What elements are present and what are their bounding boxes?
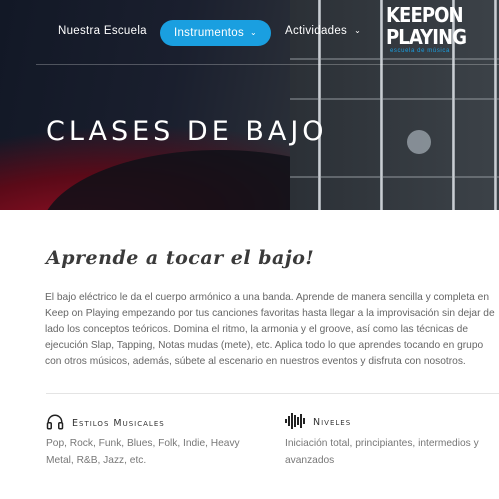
course-description: El bajo eléctrico le da el cuerpo armóni… — [45, 292, 495, 367]
chevron-down-icon: ⌄ — [250, 27, 258, 37]
feature-levels-text: Iniciación total, principiantes, interme… — [285, 438, 479, 466]
page-title: CLASES DE BAJO — [46, 116, 328, 147]
nav-instrumentos-label: Instrumentos — [173, 27, 245, 39]
site-logo[interactable]: KEEPON PLAYING escuela de música — [386, 3, 467, 54]
feature-styles-title: Estilos Musicales — [72, 418, 165, 429]
feature-levels-title: Niveles — [313, 417, 352, 428]
fret-line — [290, 98, 499, 100]
section-divider — [46, 393, 499, 394]
feature-levels-heading: Niveles — [285, 413, 351, 432]
fret-dot — [407, 130, 431, 154]
nav-actividades-label: Actividades — [285, 25, 348, 37]
chevron-down-icon: ⌄ — [354, 25, 362, 35]
logo-line2: PLAYING — [386, 25, 467, 49]
nav-divider — [36, 64, 499, 65]
sound-bars-icon — [285, 413, 305, 432]
feature-styles-heading: Estilos Musicales — [46, 413, 165, 434]
main-nav: Nuestra Escuela Instrumentos ⌄ Actividad… — [0, 0, 499, 65]
section-heading: Aprende a tocar el bajo! — [46, 247, 315, 269]
headphones-icon — [46, 413, 64, 434]
feature-styles-text: Pop, Rock, Funk, Blues, Folk, Indie, Hea… — [46, 438, 240, 466]
nav-actividades[interactable]: Actividades ⌄ — [285, 25, 361, 37]
nav-nuestra-escuela[interactable]: Nuestra Escuela — [58, 25, 147, 37]
fret-line — [290, 176, 499, 178]
logo-line1: KEEPON — [386, 3, 464, 27]
nav-instrumentos[interactable]: Instrumentos ⌄ — [160, 20, 271, 46]
